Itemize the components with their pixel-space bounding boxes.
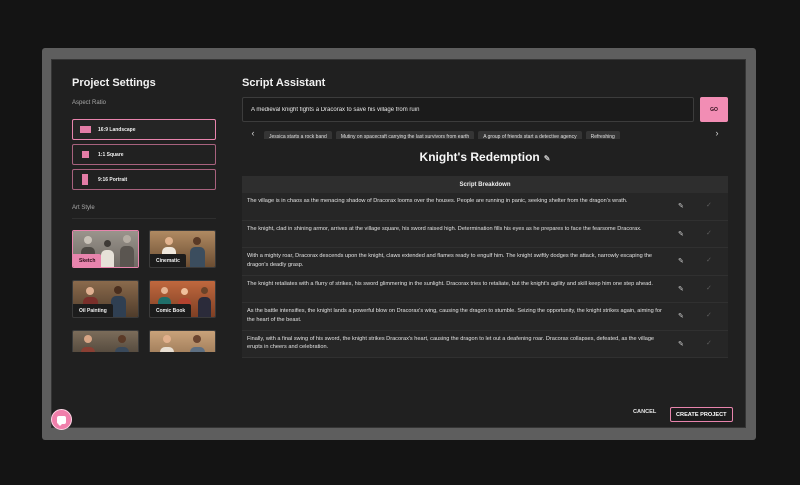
breakdown-row: The village is in chaos as the menacing … [242,193,728,221]
art-style-grid[interactable]: Sketch Cinematic Oil Painting Comic Book [72,230,218,352]
art-style-sketch-card[interactable]: Sketch [72,230,139,268]
breakdown-row-text: The village is in chaos as the menacing … [247,198,628,204]
art-style-label-text: Cinematic [150,254,186,267]
aspect-ratio-label: Aspect Ratio [72,100,107,106]
pencil-icon[interactable]: ✎ [678,312,684,320]
aspect-ratio-square-option[interactable]: 1:1 Square [72,144,216,165]
breakdown-row: With a mighty roar, Dracorax descends up… [242,248,728,276]
pencil-icon[interactable]: ✎ [678,340,684,348]
chevron-right-icon[interactable]: › [711,126,723,139]
check-icon[interactable]: ✓ [706,229,712,237]
aspect-ratio-landscape-option[interactable]: 16:9 Landscape [72,119,216,140]
suggestion-chip[interactable]: Jessica starts a rock band [264,130,332,139]
go-button[interactable]: GO [700,97,728,122]
check-icon[interactable]: ✓ [706,339,712,347]
chat-button[interactable] [51,409,72,430]
check-icon[interactable]: ✓ [706,311,712,319]
project-settings-title: Project Settings [72,77,156,89]
art-style-preview-image [150,331,215,352]
aspect-ratio-label-text: 1:1 Square [98,151,124,158]
check-icon[interactable]: ✓ [706,284,712,292]
portrait-ratio-icon [82,174,88,185]
aspect-ratio-label-text: 16:9 Landscape [98,126,136,133]
breakdown-row: The knight retaliates with a flurry of s… [242,275,728,303]
check-icon[interactable]: ✓ [706,201,712,209]
breakdown-row: Finally, with a final swing of his sword… [242,330,728,358]
pencil-icon[interactable]: ✎ [678,285,684,293]
check-icon[interactable]: ✓ [706,256,712,264]
story-prompt-input[interactable] [242,97,694,122]
pencil-icon[interactable]: ✎ [678,202,684,210]
chat-bubble-icon [57,415,66,426]
suggestion-chips: Jessica starts a rock band Mutiny on spac… [264,125,705,139]
art-style-card[interactable] [72,330,139,352]
art-style-label-text: Sketch [73,254,102,267]
project-settings-modal: Project Settings Aspect Ratio 16:9 Lands… [51,59,746,428]
art-style-comic-book-card[interactable]: Comic Book [149,280,216,318]
art-style-label: Art Style [72,205,95,211]
story-title: Knight's Redemption [419,150,540,164]
suggestion-chip[interactable]: A group of friends start a detective age… [478,130,582,139]
script-breakdown-header: Script Breakdown [242,176,728,193]
square-ratio-icon [82,151,89,158]
aspect-ratio-portrait-option[interactable]: 9:16 Portrait [72,169,216,190]
art-style-cinematic-card[interactable]: Cinematic [149,230,216,268]
pencil-icon[interactable]: ✎ [544,154,551,163]
breakdown-row: The knight, clad in shining armor, arriv… [242,220,728,248]
breakdown-row-text: The knight retaliates with a flurry of s… [247,280,653,287]
art-style-card[interactable] [149,330,216,352]
art-style-label-text: Comic Book [150,304,192,317]
chevron-left-icon[interactable]: ‹ [247,126,259,139]
landscape-ratio-icon [80,126,91,133]
breakdown-row-text: Finally, with a final swing of his sword… [247,335,655,351]
breakdown-row-text: The knight, clad in shining armor, arriv… [247,225,642,232]
script-breakdown-table: Script Breakdown The village is in chaos… [242,176,728,358]
pencil-icon[interactable]: ✎ [678,230,684,238]
story-title-row: Knight's Redemption ✎ [242,150,728,164]
suggestion-chip[interactable]: Refreshing [585,130,620,139]
suggestion-chip[interactable]: Mutiny on spacecraft carrying the last s… [335,130,475,139]
art-style-divider [72,218,216,219]
breakdown-row-text: As the battle intensifies, the knight la… [247,308,662,323]
create-project-button[interactable]: CREATE PROJECT [670,407,733,422]
script-assistant-title: Script Assistant [242,77,326,89]
cancel-button[interactable]: CANCEL [633,409,656,415]
art-style-label-text: Oil Painting [73,304,113,317]
art-style-oil-painting-card[interactable]: Oil Painting [72,280,139,318]
breakdown-row-text: With a mighty roar, Dracorax descends up… [247,253,653,268]
aspect-ratio-label-text: 9:16 Portrait [98,176,128,183]
pencil-icon[interactable]: ✎ [678,257,684,265]
art-style-preview-image [73,331,138,352]
breakdown-row: As the battle intensifies, the knight la… [242,303,728,331]
